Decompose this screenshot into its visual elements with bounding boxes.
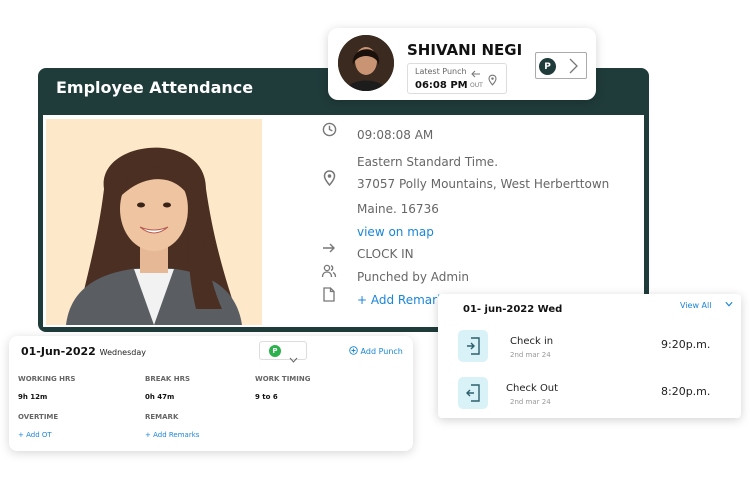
clock-action: CLOCK IN: [357, 247, 414, 261]
day-summary-card: 01-Jun-2022 Wednesday P Add Punch WORKIN…: [9, 336, 413, 451]
break-hrs-value: 0h 47m: [145, 393, 175, 401]
overtime-label: OVERTIME: [18, 413, 59, 421]
door-enter-icon: [458, 330, 488, 362]
view-on-map-link[interactable]: view on map: [357, 225, 434, 239]
chevron-right-icon: [568, 58, 578, 78]
punch-direction: OUT: [470, 70, 483, 89]
clock-icon: [321, 121, 337, 137]
summary-weekday: Wednesday: [99, 348, 146, 357]
chevron-down-icon: [289, 348, 298, 367]
location-pin-icon: [321, 170, 337, 186]
punch-log-card: 01- jun-2022 Wed View All Check in 2nd m…: [438, 294, 741, 418]
work-timing-label: WORK TIMING: [255, 375, 311, 383]
profile-card: SHIVANI NEGI Latest Punch 06:08 PM OUT P: [328, 28, 596, 100]
log-type: Check in: [510, 336, 554, 347]
log-type: Check Out: [506, 383, 559, 394]
add-punch-label: Add Punch: [360, 347, 403, 356]
status-badge: P: [539, 58, 556, 75]
working-hrs-label: WORKING HRS: [18, 375, 76, 383]
timezone: Eastern Standard Time.: [357, 155, 499, 169]
latest-punch-box: Latest Punch 06:08 PM OUT: [407, 63, 507, 94]
work-timing-value: 9 to 6: [255, 393, 278, 401]
users-icon: [321, 263, 337, 279]
log-date: 01- jun-2022 Wed: [463, 304, 563, 315]
summary-date: 01-Jun-2022 Wednesday: [21, 345, 146, 358]
clock-time: 09:08:08 AM: [357, 128, 434, 142]
log-entry: Check in 2nd mar 24 9:20p.m.: [458, 330, 728, 366]
plus-circle-icon: [349, 346, 361, 356]
log-time: 9:20p.m.: [661, 338, 711, 351]
add-remarks-link[interactable]: + Add Remarks: [145, 431, 199, 439]
add-ot-link[interactable]: + Add OT: [18, 431, 52, 439]
break-hrs-label: BREAK HRS: [145, 375, 191, 383]
address-line1: 37057 Polly Mountains, West Herberttown: [357, 177, 610, 191]
status-select[interactable]: P: [259, 341, 307, 363]
door-exit-icon: [458, 377, 488, 409]
latest-punch-label: Latest Punch: [415, 67, 467, 76]
arrow-left-icon: [471, 70, 481, 80]
status-dot: P: [269, 345, 281, 357]
chevron-down-icon[interactable]: [725, 300, 733, 309]
add-remark-link[interactable]: + Add Remark: [357, 293, 444, 307]
log-time: 8:20p.m.: [661, 385, 711, 398]
status-next-button[interactable]: P: [535, 52, 587, 79]
working-hrs-value: 9h 12m: [18, 393, 48, 401]
punched-by: Punched by Admin: [357, 270, 470, 284]
address-line2: Maine. 16736: [357, 202, 439, 216]
log-sub-date: 2nd mar 24: [510, 398, 551, 406]
card-title: Employee Attendance: [56, 78, 254, 97]
remark-label: REMARK: [145, 413, 179, 421]
avatar[interactable]: [338, 35, 394, 91]
employee-photo: [46, 119, 262, 325]
log-sub-date: 2nd mar 24: [510, 351, 551, 359]
log-entry: Check Out 2nd mar 24 8:20p.m.: [458, 377, 728, 413]
punch-direction-label: OUT: [470, 82, 483, 89]
add-punch-button[interactable]: Add Punch: [349, 346, 403, 356]
employee-attendance-card: Employee Attendance 09:08:08 AM Eastern …: [38, 68, 649, 332]
document-icon: [321, 286, 337, 302]
employee-name: SHIVANI NEGI: [407, 41, 523, 59]
latest-punch-time: 06:08 PM: [415, 80, 468, 91]
view-all-link[interactable]: View All: [680, 301, 711, 310]
arrow-right-icon: [321, 240, 337, 256]
location-pin-icon: [488, 71, 497, 90]
